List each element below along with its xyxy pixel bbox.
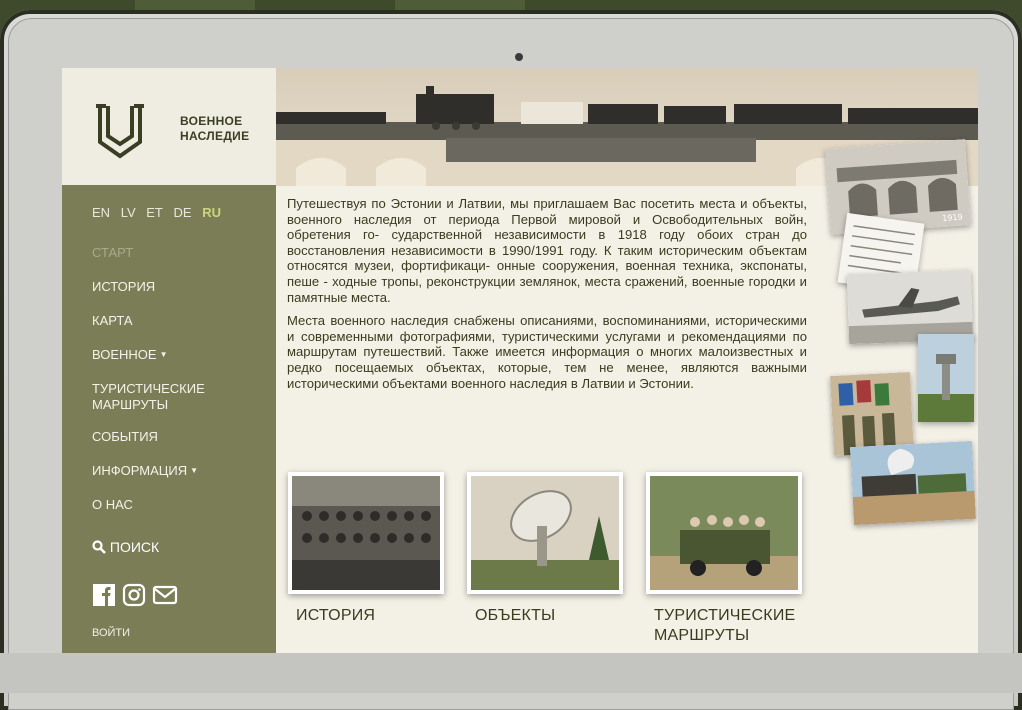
- nav-history[interactable]: ИСТОРИЯ: [92, 279, 205, 313]
- card-title: ИСТОРИЯ: [296, 607, 376, 624]
- card-title: ТУРИСТИЧЕСКИЕ МАРШРУТЫ: [654, 606, 802, 646]
- caret-down-icon: ▼: [159, 350, 168, 359]
- flags-ceremony-illustration: [829, 371, 915, 457]
- logo-area[interactable]: ВОЕННОЕ НАСЛЕДИЕ: [62, 68, 276, 185]
- sidebar: EN LV ET DE RU СТАРТ ИСТОРИЯ КАРТА ВОЕНН…: [62, 185, 276, 654]
- lang-et[interactable]: ET: [146, 205, 163, 220]
- nav-routes[interactable]: ТУРИСТИЧЕСКИЕ МАРШРУТЫ: [92, 381, 205, 429]
- radio-telescope-illustration: [471, 476, 619, 590]
- group-photo-illustration: [292, 476, 440, 590]
- collage-photo-flags: [829, 371, 915, 457]
- login-link[interactable]: ВОЙТИ: [92, 627, 130, 639]
- history-photo-image: [288, 472, 444, 594]
- nav-military[interactable]: ВОЕННОЕ ▼: [92, 347, 205, 381]
- lang-en[interactable]: EN: [92, 205, 110, 220]
- logo-line-2: НАСЛЕДИЕ: [180, 129, 250, 143]
- collage-photo-tower: [918, 334, 974, 422]
- collage-photo-aircraft: [846, 269, 974, 345]
- intro-paragraph-1: Путешествуя по Эстонии и Латвии, мы приг…: [287, 196, 807, 305]
- mail-icon[interactable]: [152, 583, 178, 607]
- instagram-icon[interactable]: [122, 583, 146, 607]
- search-link[interactable]: ПОИСК: [92, 539, 159, 555]
- intro-paragraph-2: Места военного наследия снабжены описани…: [287, 313, 807, 391]
- caret-down-icon: ▼: [190, 466, 199, 475]
- intro-text: Путешествуя по Эстонии и Латвии, мы приг…: [287, 196, 807, 399]
- nav-routes-line-1: ТУРИСТИЧЕСКИЕ: [92, 381, 205, 396]
- card-title: ОБЪЕКТЫ: [475, 607, 556, 624]
- card-history[interactable]: ИСТОРИЯ: [288, 472, 444, 626]
- steam-train-illustration: [850, 440, 976, 526]
- photo-year-label: 1919: [942, 213, 963, 223]
- watchtower-illustration: [918, 334, 974, 422]
- logo-emblem-icon: [96, 104, 144, 159]
- card-title-line-2: МАРШРУТЫ: [654, 627, 750, 644]
- laptop-base: [0, 653, 1022, 693]
- facebook-icon[interactable]: [92, 583, 116, 607]
- routes-photo-image: [646, 472, 802, 594]
- nav-info[interactable]: ИНФОРМАЦИЯ ▼: [92, 463, 205, 497]
- nav-info-label: ИНФОРМАЦИЯ: [92, 463, 188, 478]
- nav-map[interactable]: КАРТА: [92, 313, 205, 347]
- search-label: ПОИСК: [109, 539, 160, 555]
- lang-lv[interactable]: LV: [121, 205, 136, 220]
- lang-ru[interactable]: RU: [202, 205, 221, 220]
- nav-about[interactable]: О НАС: [92, 497, 205, 531]
- military-truck-illustration: [650, 476, 798, 590]
- lang-de[interactable]: DE: [174, 205, 192, 220]
- card-title-line-1: ТУРИСТИЧЕСКИЕ: [654, 607, 796, 624]
- card-routes[interactable]: ТУРИСТИЧЕСКИЕ МАРШРУТЫ: [646, 472, 802, 646]
- camera-dot: [515, 53, 523, 61]
- collage-photo-train: [850, 440, 976, 526]
- nav-events[interactable]: СОБЫТИЯ: [92, 429, 205, 463]
- objects-photo-image: [467, 472, 623, 594]
- nav-start[interactable]: СТАРТ: [92, 245, 205, 279]
- logo-text: ВОЕННОЕ НАСЛЕДИЕ: [180, 114, 249, 144]
- nav-military-label: ВОЕННОЕ: [92, 347, 157, 362]
- nav-routes-line-2: МАРШРУТЫ: [92, 397, 169, 412]
- jet-aircraft-illustration: [846, 269, 974, 345]
- card-objects[interactable]: ОБЪЕКТЫ: [467, 472, 623, 626]
- search-icon: [92, 540, 106, 554]
- language-switcher: EN LV ET DE RU: [92, 205, 228, 220]
- logo-line-1: ВОЕННОЕ: [180, 114, 243, 128]
- social-links: [92, 583, 178, 607]
- website-screen: ВОЕННОЕ НАСЛЕДИЕ EN LV ET DE RU СТАРТ ИС…: [62, 68, 978, 654]
- main-nav: СТАРТ ИСТОРИЯ КАРТА ВОЕННОЕ ▼ ТУРИСТИЧЕСК…: [92, 245, 205, 531]
